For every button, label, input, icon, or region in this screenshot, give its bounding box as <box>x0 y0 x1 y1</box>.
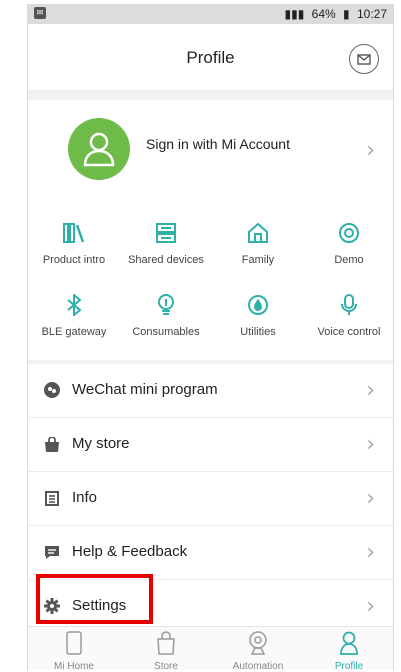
bag-icon <box>157 631 175 655</box>
mail-button[interactable] <box>349 44 379 74</box>
notification-icon: ✉ <box>34 7 46 19</box>
feature-label: BLE gateway <box>41 326 107 338</box>
signal-icon: ▮▮▮ <box>284 7 305 21</box>
chevron-right-icon: › <box>366 486 375 511</box>
menu-item-help-feedback[interactable]: Help & Feedback › <box>28 526 393 580</box>
menu-item-my-store[interactable]: My store › <box>28 418 393 472</box>
tab-store[interactable]: Store <box>120 631 212 670</box>
feature-label: Demo <box>334 254 364 266</box>
section-divider <box>28 90 393 100</box>
bottom-tab-bar: Mi Home Store Automation Profile <box>28 626 393 670</box>
mic-icon <box>341 294 357 315</box>
tab-mi-home[interactable]: Mi Home <box>28 631 120 670</box>
mail-icon <box>357 53 371 65</box>
sign-in-label: Sign in with Mi Account <box>146 136 290 152</box>
bulb-icon <box>158 294 174 315</box>
wechat-icon <box>44 382 60 398</box>
chevron-right-icon: › <box>366 594 375 619</box>
battery-icon: ▮ <box>343 7 350 21</box>
feature-label: Shared devices <box>128 254 204 266</box>
chevron-right-icon: › <box>366 540 375 565</box>
feature-label: Utilities <box>240 326 276 338</box>
info-icon <box>45 490 59 506</box>
feature-product-intro[interactable]: Product intro <box>28 218 120 278</box>
app-screen: ✉ ▮▮▮ 64% ▮ 10:27 Profile Sign in with M… <box>27 4 394 670</box>
chevron-right-icon: › <box>366 138 375 163</box>
menu-item-label: My store <box>72 435 130 452</box>
home-icon <box>248 222 268 243</box>
store-icon <box>45 436 59 452</box>
feedback-icon <box>45 545 59 559</box>
menu-item-info[interactable]: Info › <box>28 472 393 526</box>
menu-item-label: Info <box>72 489 98 506</box>
target-icon <box>339 223 359 243</box>
person-icon <box>83 132 115 167</box>
feature-voice-control[interactable]: Voice control <box>303 290 393 350</box>
clock: 10:27 <box>356 7 387 21</box>
page-title: Profile <box>186 48 235 67</box>
features-grid: Product intro Shared devices Family Demo… <box>28 210 393 354</box>
feature-shared-devices[interactable]: Shared devices <box>120 218 212 278</box>
tab-label: Profile <box>334 661 364 670</box>
menu-item-wechat[interactable]: WeChat mini program › <box>28 364 393 418</box>
feature-demo[interactable]: Demo <box>303 218 393 278</box>
battery-level: 64% <box>311 7 336 21</box>
avatar <box>68 118 130 180</box>
status-bar: ✉ ▮▮▮ 64% ▮ 10:27 <box>28 4 393 24</box>
menu-item-label: Help & Feedback <box>72 543 188 560</box>
profile-icon <box>340 631 358 655</box>
tab-label: Mi Home <box>53 661 94 670</box>
server-icon <box>156 223 176 243</box>
settings-highlight-box <box>36 574 153 624</box>
feature-utilities[interactable]: Utilities <box>212 290 304 350</box>
menu-item-label: WeChat mini program <box>72 381 218 398</box>
top-bar: Profile <box>28 24 393 90</box>
tab-label: Store <box>154 661 178 670</box>
feature-label: Consumables <box>132 326 200 338</box>
account-row[interactable]: Sign in with Mi Account › <box>28 100 393 200</box>
chevron-right-icon: › <box>366 378 375 403</box>
chevron-right-icon: › <box>366 432 375 457</box>
feature-label: Family <box>241 254 275 266</box>
books-icon <box>63 223 85 243</box>
tab-label: Automation <box>232 661 284 670</box>
drop-icon <box>248 295 268 315</box>
automation-icon <box>249 631 267 655</box>
feature-ble-gateway[interactable]: BLE gateway <box>28 290 120 350</box>
feature-label: Product intro <box>42 254 106 266</box>
tab-profile[interactable]: Profile <box>303 631 393 670</box>
status-icons: ▮▮▮ 64% ▮ 10:27 <box>280 7 387 21</box>
tab-automation[interactable]: Automation <box>212 631 304 670</box>
bluetooth-icon <box>67 294 82 316</box>
phone-icon <box>66 631 82 655</box>
feature-family[interactable]: Family <box>212 218 304 278</box>
feature-consumables[interactable]: Consumables <box>120 290 212 350</box>
feature-label: Voice control <box>317 326 381 338</box>
